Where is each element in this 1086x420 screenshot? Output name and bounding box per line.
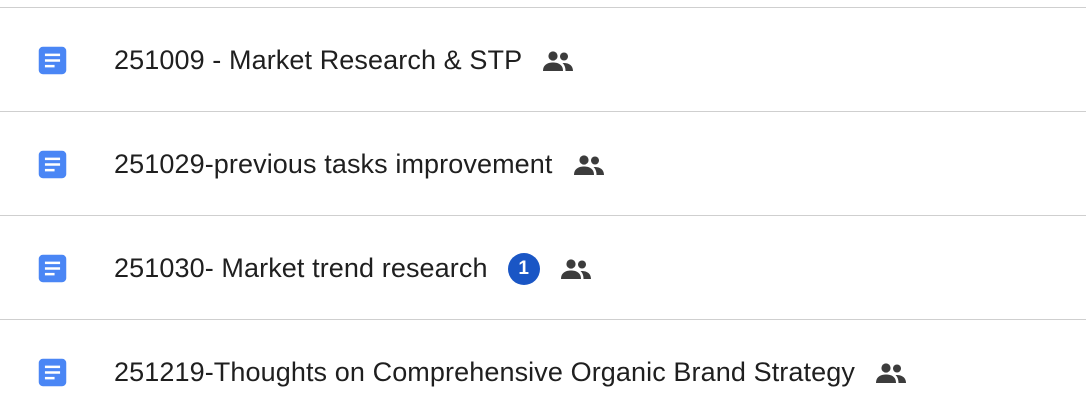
unread-badge: 1 xyxy=(507,252,540,285)
people-icon xyxy=(543,50,574,71)
file-name-wrap: 251219-Thoughts on Comprehensive Organic… xyxy=(114,353,909,393)
google-docs-icon xyxy=(38,150,67,179)
row-divider xyxy=(0,111,1086,112)
row-divider xyxy=(0,319,1086,320)
file-name-wrap: 251030- Market trend research 1 xyxy=(114,249,594,289)
file-name[interactable]: 251219-Thoughts on Comprehensive Organic… xyxy=(114,357,855,388)
file-row[interactable]: 251030- Market trend research 1 xyxy=(0,217,1086,320)
row-divider xyxy=(0,7,1086,8)
google-docs-icon xyxy=(38,254,67,283)
people-icon xyxy=(560,258,591,279)
google-docs-icon xyxy=(38,358,67,387)
people-icon xyxy=(875,362,906,383)
file-name[interactable]: 251009 - Market Research & STP xyxy=(114,45,522,76)
row-divider xyxy=(0,215,1086,216)
file-name[interactable]: 251029-previous tasks improvement xyxy=(114,149,553,180)
people-icon xyxy=(573,154,604,175)
google-docs-icon xyxy=(38,46,67,75)
file-row[interactable]: 251029-previous tasks improvement xyxy=(0,113,1086,216)
file-name-wrap: 251009 - Market Research & STP xyxy=(114,41,576,81)
file-row[interactable]: 251009 - Market Research & STP xyxy=(0,9,1086,112)
file-name[interactable]: 251030- Market trend research xyxy=(114,253,488,284)
file-list: 251009 - Market Research & STP 251029-pr… xyxy=(0,0,1086,420)
file-name-wrap: 251029-previous tasks improvement xyxy=(114,145,607,185)
file-row[interactable]: 251219-Thoughts on Comprehensive Organic… xyxy=(0,321,1086,420)
